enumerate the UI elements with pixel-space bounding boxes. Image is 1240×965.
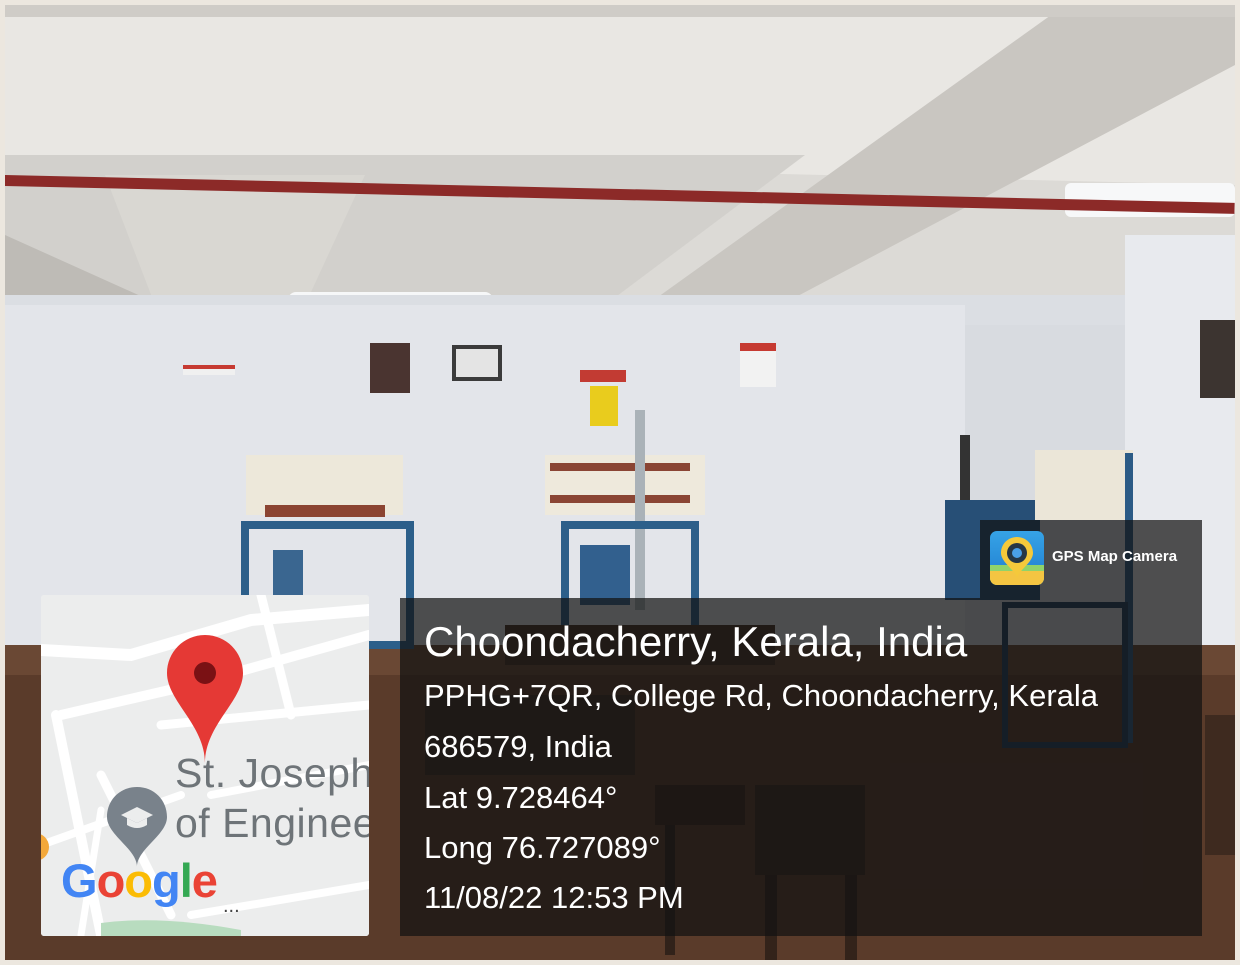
address-line-2: 686579, India	[424, 729, 612, 764]
google-logo-letter: o	[96, 854, 126, 907]
map-pin-icon	[167, 635, 243, 763]
map-more-dots[interactable]: ...	[223, 895, 240, 918]
google-logo: Google	[61, 853, 218, 908]
location-map[interactable]: St. Joseph of Enginee Google ...	[41, 595, 369, 936]
google-logo-letter: e	[191, 854, 218, 907]
location-info-panel: Choondacherry, Kerala, India PPHG+7QR, C…	[400, 598, 1202, 936]
datetime-text: 11/08/22 12:53 PM	[424, 880, 684, 915]
gps-map-camera-icon	[990, 531, 1044, 585]
app-name: GPS Map Camera	[1052, 548, 1178, 565]
map-place-label-line2: of Enginee	[175, 800, 369, 846]
google-logo-letter: o	[124, 854, 153, 907]
google-logo-letter: g	[152, 854, 181, 907]
address-line-1: PPHG+7QR, College Rd, Choondacherry, Ker…	[424, 678, 1099, 713]
longitude-text: Long 76.727089°	[424, 830, 661, 865]
geotagged-photo: St. Joseph of Enginee Google ... GPS Map…	[0, 0, 1240, 965]
map-place-label-line1: St. Joseph	[175, 750, 369, 796]
google-logo-letter: G	[61, 854, 98, 907]
location-title: Choondacherry, Kerala, India	[424, 618, 968, 665]
app-watermark: GPS Map Camera	[980, 520, 1202, 598]
google-logo-letter: l	[179, 854, 193, 907]
latitude-text: Lat 9.728464°	[424, 780, 618, 815]
